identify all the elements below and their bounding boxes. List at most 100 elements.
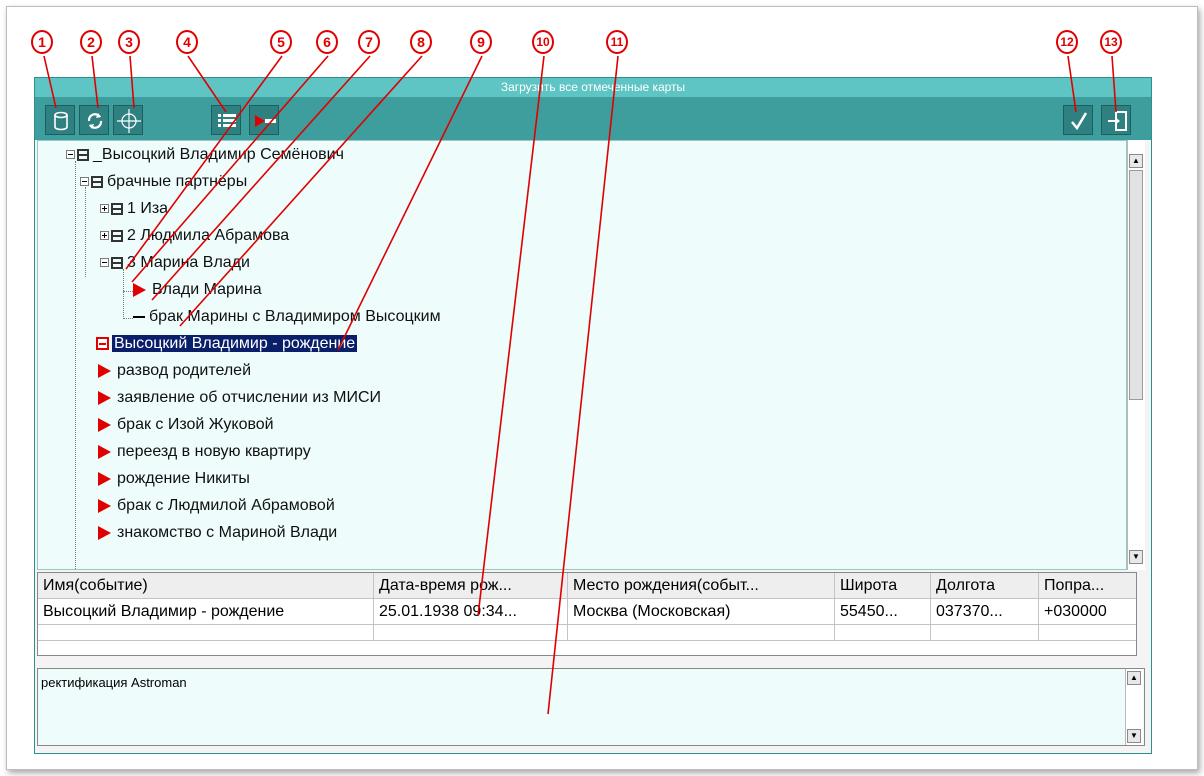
scroll-up-icon[interactable]: ▲: [1129, 154, 1143, 168]
tree-node-label: знакомство с Мариной Влади: [117, 524, 338, 541]
tree-node-label: брачные партнёры: [107, 173, 248, 190]
tree-node-label: брак с Людмилой Абрамовой: [117, 497, 335, 514]
callout-badge: 10: [532, 30, 554, 54]
expander-minus-icon[interactable]: [80, 177, 89, 187]
callout-badge: 8: [410, 30, 432, 54]
tree-line: [85, 187, 86, 277]
tree-node[interactable]: брак с Изой Жуковой: [98, 414, 274, 436]
callout-badge: 12: [1056, 30, 1078, 54]
tree-line: [123, 318, 133, 319]
callout-badge: 6: [316, 30, 338, 54]
tree-node-label: Влади Марина: [152, 281, 262, 298]
table-cell[interactable]: Москва (Московская): [568, 599, 835, 625]
exit-button[interactable]: [1101, 105, 1131, 135]
map-marker-icon: [133, 282, 146, 297]
notes-text: ректификация Astroman: [41, 675, 187, 690]
table-cell[interactable]: 25.01.1938 09:34...: [374, 599, 568, 625]
tree-node[interactable]: Влади Марина: [133, 279, 262, 301]
column-header[interactable]: Широта: [835, 573, 931, 599]
crosshair-icon: [117, 109, 141, 133]
tree-node[interactable]: 2 Людмила Абрамова: [100, 225, 289, 247]
expander-plus-icon[interactable]: [100, 231, 109, 241]
map-marker-icon: [98, 417, 111, 432]
tree-node[interactable]: _Высоцкий Владимир Семёнович: [66, 144, 344, 166]
table-cell[interactable]: 55450...: [835, 599, 931, 625]
expander-minus-icon[interactable]: [66, 150, 75, 160]
callout-badge: 4: [176, 30, 198, 54]
tree-node[interactable]: 3 Марина Влади: [100, 252, 250, 274]
tree-node[interactable]: брак Марины с Владимиром Высоцким: [133, 306, 441, 328]
callout-badge: 3: [118, 30, 140, 54]
scroll-down-icon[interactable]: ▼: [1127, 729, 1141, 743]
callout-badge: 13: [1100, 30, 1122, 54]
expander-minus-icon[interactable]: [100, 258, 109, 268]
empty-cell[interactable]: [38, 625, 374, 641]
collapse-button[interactable]: [249, 105, 279, 135]
tree-node[interactable]: переезд в новую квартиру: [98, 441, 311, 463]
table-cell[interactable]: Высоцкий Владимир - рождение: [38, 599, 374, 625]
callout-badge: 7: [358, 30, 380, 54]
map-marker-icon: [98, 390, 111, 405]
maps-window: Загрузить все отмеченные карты _Высоцкий…: [34, 77, 1152, 754]
tree-line: [123, 269, 124, 317]
tree-node[interactable]: рождение Никиты: [98, 468, 250, 490]
column-header[interactable]: Долгота: [931, 573, 1039, 599]
exit-icon: [1108, 111, 1127, 131]
table-cell[interactable]: 037370...: [931, 599, 1039, 625]
tree-node-label: 2 Людмила Абрамова: [127, 227, 290, 244]
tree-node[interactable]: знакомство с Мариной Влади: [98, 522, 337, 544]
notes-scrollbar[interactable]: ▲ ▼: [1125, 669, 1143, 745]
column-header[interactable]: Имя(событие): [38, 573, 374, 599]
database-button[interactable]: [45, 105, 75, 135]
tree-node-selected[interactable]: Высоцкий Владимир - рождение: [96, 333, 358, 355]
maps-tree: _Высоцкий Владимир Семёнович брачные пар…: [37, 140, 1127, 570]
tree-scrollbar[interactable]: ▲ ▼: [1127, 140, 1145, 570]
notes-field[interactable]: ректификация Astroman: [37, 668, 1145, 746]
collapse-icon: [255, 115, 276, 127]
tree-line: [75, 161, 76, 569]
check-icon: [1071, 112, 1088, 131]
empty-cell[interactable]: [835, 625, 931, 641]
empty-cell[interactable]: [374, 625, 568, 641]
scroll-down-icon[interactable]: ▼: [1129, 550, 1143, 564]
column-header[interactable]: Попра...: [1039, 573, 1136, 599]
database-icon: [54, 111, 68, 131]
tree-node-label: рождение Никиты: [117, 470, 250, 487]
map-marker-icon: [98, 471, 111, 486]
tree-node-label: развод родителей: [117, 362, 252, 379]
tree-node[interactable]: брак с Людмилой Абрамовой: [98, 495, 335, 517]
empty-cell[interactable]: [1039, 625, 1136, 641]
group-icon: [77, 148, 89, 161]
expander-plus-icon[interactable]: [100, 204, 109, 214]
column-header[interactable]: Дата-время рож...: [374, 573, 568, 599]
list-button[interactable]: [211, 105, 241, 135]
map-marker-icon: [98, 525, 111, 540]
group-icon: [111, 256, 123, 269]
scroll-up-icon[interactable]: ▲: [1127, 671, 1141, 685]
map-marker-icon: [98, 444, 111, 459]
tree-node-label: Высоцкий Владимир - рождение: [112, 335, 358, 352]
refresh-button[interactable]: [79, 105, 109, 135]
tree-node[interactable]: развод родителей: [98, 360, 251, 382]
map-marker-icon: [98, 363, 111, 378]
tree-node-label: брак Марины с Владимиром Высоцким: [149, 308, 441, 325]
table-cell[interactable]: +030000: [1039, 599, 1136, 625]
tree-node[interactable]: 1 Иза: [100, 198, 168, 220]
callout-badge: 1: [31, 30, 53, 54]
load-all-checked-maps-button[interactable]: Загрузить все отмеченные карты: [35, 78, 1151, 97]
tree-node[interactable]: брачные партнёры: [80, 171, 247, 193]
scroll-thumb[interactable]: [1129, 170, 1143, 400]
callout-badge: 5: [270, 30, 292, 54]
empty-cell[interactable]: [931, 625, 1039, 641]
tree-node-label: переезд в новую квартиру: [117, 443, 311, 460]
tree-node-label: _Высоцкий Владимир Семёнович: [93, 146, 344, 163]
callout-badge: 2: [80, 30, 102, 54]
tree-node[interactable]: заявление об отчислении из МИСИ: [98, 387, 381, 409]
empty-cell[interactable]: [568, 625, 835, 641]
confirm-button[interactable]: [1063, 105, 1093, 135]
crosshair-button[interactable]: [113, 105, 143, 135]
tree-node-label: заявление об отчислении из МИСИ: [117, 389, 382, 406]
group-icon: [111, 202, 123, 215]
event-table: Имя(событие) Дата-время рож... Место рож…: [37, 572, 1137, 656]
column-header[interactable]: Место рождения(событ...: [568, 573, 835, 599]
